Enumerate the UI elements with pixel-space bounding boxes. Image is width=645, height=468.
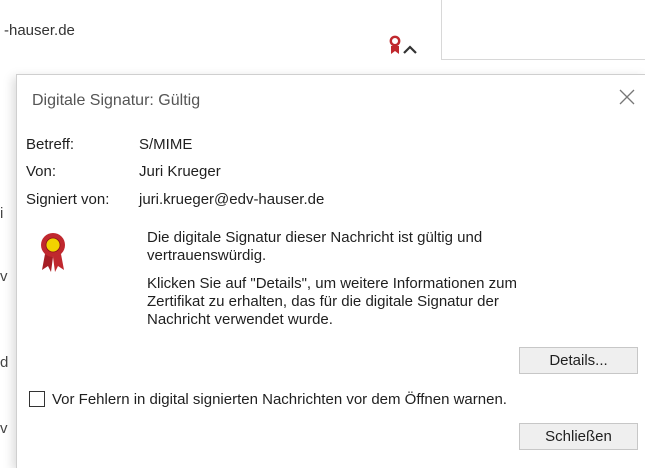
sender-address-fragment: -hauser.de — [4, 22, 75, 39]
signed-by-value: juri.krueger@edv-hauser.de — [139, 191, 325, 208]
close-icon — [619, 89, 635, 105]
close-button[interactable] — [615, 85, 639, 109]
details-info-message: Klicken Sie auf "Details", um weitere In… — [147, 275, 627, 329]
message-line: vertrauenswürdig. — [147, 247, 267, 264]
message-line: Nachricht verwendet wurde. — [147, 311, 333, 328]
background-text-fragment: v — [0, 420, 8, 437]
signed-by-label: Signiert von: — [26, 191, 110, 208]
digital-signature-dialog: Digitale Signatur: Gültig Betreff: S/MIM… — [16, 74, 645, 468]
from-value: Juri Krueger — [139, 163, 221, 180]
warn-checkbox-row[interactable]: Vor Fehlern in digital signierten Nachri… — [29, 389, 507, 409]
warn-checkbox-label[interactable]: Vor Fehlern in digital signierten Nachri… — [52, 391, 507, 408]
signature-valid-message: Die digitale Signatur dieser Nachricht i… — [147, 229, 627, 265]
divider — [441, 59, 645, 60]
dialog-title: Digitale Signatur: Gültig — [32, 92, 201, 109]
from-label: Von: — [26, 163, 57, 180]
message-line: Zertifikat zu erhalten, das für die digi… — [147, 293, 499, 310]
signature-badge-button[interactable] — [388, 32, 422, 60]
subject-label: Betreff: — [26, 136, 75, 153]
signature-badge-icon — [389, 35, 417, 54]
schliessen-button[interactable]: Schließen — [519, 423, 638, 450]
background-text-fragment: d — [0, 354, 9, 371]
background-text-fragment: v — [0, 268, 8, 285]
message-line: Die digitale Signatur dieser Nachricht i… — [147, 229, 483, 246]
details-button[interactable]: Details... — [519, 347, 638, 374]
divider — [441, 0, 442, 60]
background-text-fragment: i — [0, 205, 4, 222]
subject-value: S/MIME — [139, 136, 193, 153]
certificate-seal-icon — [38, 232, 68, 274]
warn-checkbox[interactable] — [29, 391, 45, 407]
message-line: Klicken Sie auf "Details", um weitere In… — [147, 275, 517, 292]
